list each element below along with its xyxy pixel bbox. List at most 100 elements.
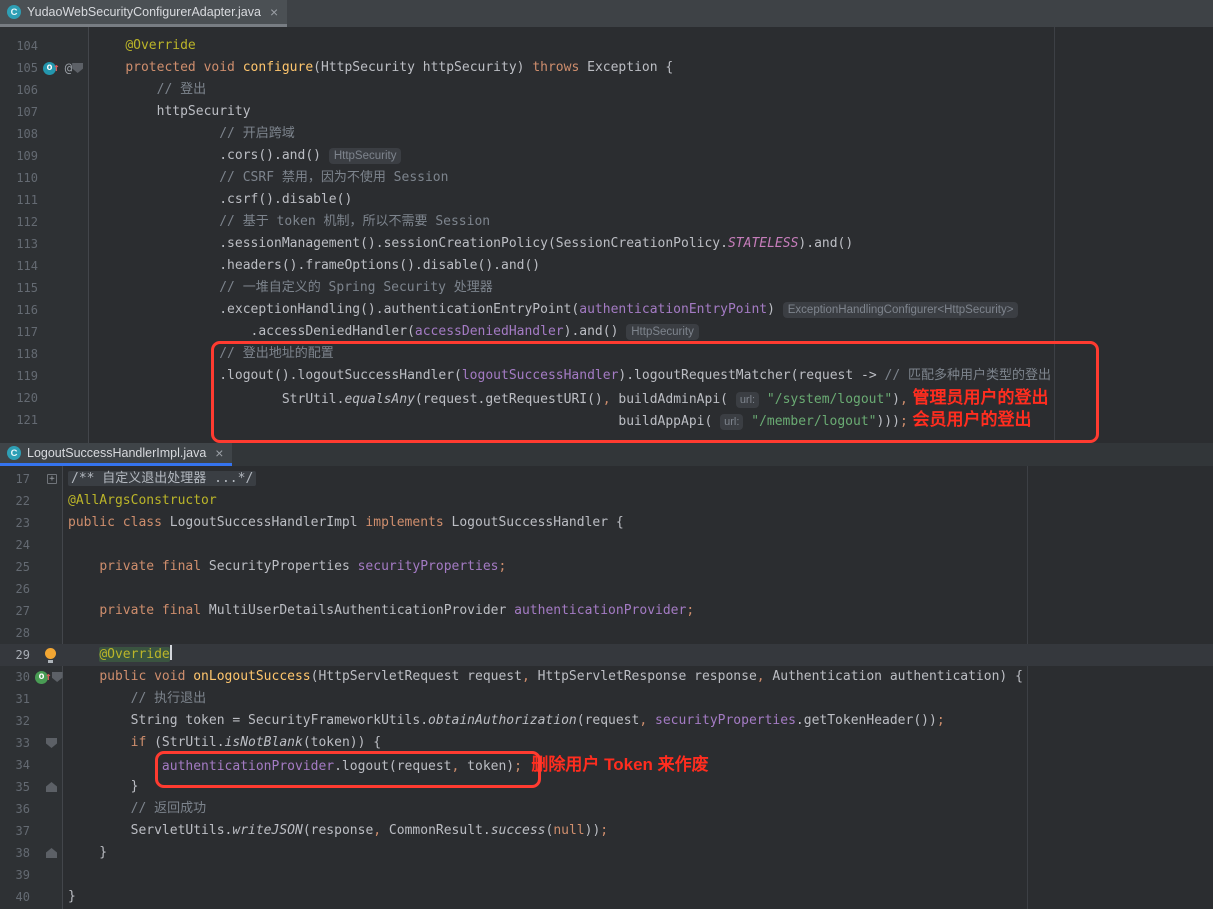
code-line[interactable]: 114 .headers().frameOptions().disable().… [0, 255, 1213, 277]
gutter[interactable]: 33 [0, 732, 63, 754]
gutter[interactable]: 116 [0, 299, 89, 321]
code-line[interactable]: 115 // 一堆自定义的 Spring Security 处理器 [0, 277, 1213, 299]
gutter[interactable]: 111 [0, 189, 89, 211]
code-line[interactable]: 28 [0, 622, 1213, 644]
code-text: } [63, 776, 1213, 798]
close-tab-icon[interactable] [215, 446, 223, 460]
code-line[interactable]: 120 StrUtil.equalsAny(request.getRequest… [0, 387, 1213, 409]
code-line[interactable]: 22@AllArgsConstructor [0, 490, 1213, 512]
gutter[interactable]: 39 [0, 864, 63, 886]
code-line[interactable]: 117 .accessDeniedHandler(accessDeniedHan… [0, 321, 1213, 343]
gutter[interactable]: 117 [0, 321, 89, 343]
code-line[interactable]: 104 @Override [0, 35, 1213, 57]
code-line[interactable]: 29 @Override [0, 644, 1213, 666]
code-line[interactable]: 38 } [0, 842, 1213, 864]
code-line[interactable]: 105o protected void configure(HttpSecuri… [0, 57, 1213, 79]
gutter[interactable]: 35 [0, 776, 63, 798]
gutter[interactable]: 109 [0, 145, 89, 167]
gutter[interactable]: 34 [0, 754, 63, 776]
gutter[interactable]: 32 [0, 710, 63, 732]
tab-yudao-web-security-configurer-adapter[interactable]: YudaoWebSecurityConfigurerAdapter.java [0, 0, 287, 27]
code-line[interactable]: 26 [0, 578, 1213, 600]
gutter[interactable]: 114 [0, 255, 89, 277]
gutter[interactable]: 107 [0, 101, 89, 123]
gutter[interactable]: 110 [0, 167, 89, 189]
editor-top[interactable]: 104 @Override105o protected void configu… [0, 27, 1213, 443]
tab-label: YudaoWebSecurityConfigurerAdapter.java [27, 5, 261, 19]
gutter[interactable]: 27 [0, 600, 63, 622]
gutter[interactable]: 106 [0, 79, 89, 101]
gutter[interactable]: 121 [0, 409, 89, 431]
editor-bottom[interactable]: 17+/** 自定义退出处理器 ...*/22@AllArgsConstruct… [0, 466, 1213, 909]
gutter[interactable]: 38 [0, 842, 63, 864]
gutter[interactable]: 108 [0, 123, 89, 145]
code-text: public void onLogoutSuccess(HttpServletR… [63, 666, 1213, 688]
gutter[interactable]: 25 [0, 556, 63, 578]
code-line[interactable]: 40} [0, 886, 1213, 908]
line-number: 34 [0, 754, 30, 776]
gutter[interactable]: 23 [0, 512, 63, 534]
code-line[interactable]: 27 private final MultiUserDetailsAuthent… [0, 600, 1213, 622]
gutter[interactable]: 36 [0, 798, 63, 820]
code-line[interactable]: 121 buildAppApi( url: "/member/logout"))… [0, 409, 1213, 431]
gutter[interactable]: 29 [0, 644, 63, 666]
code-line[interactable]: 31 // 执行退出 [0, 688, 1213, 710]
code-line[interactable]: 34 authenticationProvider.logout(request… [0, 754, 1213, 776]
code-line[interactable]: 35 } [0, 776, 1213, 798]
gutter[interactable]: 26 [0, 578, 63, 600]
code-line[interactable]: 111 .csrf().disable() [0, 189, 1213, 211]
implementing-method-icon[interactable]: o [35, 666, 52, 688]
gutter[interactable]: 104 [0, 35, 89, 57]
fold-region-icon[interactable] [46, 738, 57, 748]
gutter[interactable]: 118 [0, 343, 89, 365]
fold-region-icon[interactable] [52, 672, 63, 682]
gutter[interactable]: 28 [0, 622, 63, 644]
code-line[interactable]: 32 String token = SecurityFrameworkUtils… [0, 710, 1213, 732]
code-line[interactable]: 37 ServletUtils.writeJSON(response, Comm… [0, 820, 1213, 842]
code-line[interactable]: 24 [0, 534, 1213, 556]
code-line[interactable]: 109 .cors().and() HttpSecurity [0, 145, 1213, 167]
line-number: 121 [0, 409, 38, 431]
code-line[interactable]: 39 [0, 864, 1213, 886]
gutter[interactable]: 40 [0, 886, 63, 908]
code-line[interactable]: 108 // 开启跨域 [0, 123, 1213, 145]
gutter[interactable]: 30o [0, 666, 63, 688]
overriding-method-icon[interactable]: o [43, 57, 60, 79]
code-line[interactable]: 116 .exceptionHandling().authenticationE… [0, 299, 1213, 321]
gutter[interactable]: 37 [0, 820, 63, 842]
code-line[interactable]: 119 .logout().logoutSuccessHandler(logou… [0, 365, 1213, 387]
code-line[interactable]: 36 // 返回成功 [0, 798, 1213, 820]
code-line[interactable]: 25 private final SecurityProperties secu… [0, 556, 1213, 578]
code-line[interactable]: 113 .sessionManagement().sessionCreation… [0, 233, 1213, 255]
gutter[interactable]: 24 [0, 534, 63, 556]
code-line[interactable]: 33 if (StrUtil.isNotBlank(token)) { [0, 732, 1213, 754]
code-line[interactable]: 110 // CSRF 禁用，因为不使用 Session [0, 167, 1213, 189]
code-text: .headers().frameOptions().disable().and(… [89, 255, 1213, 277]
gutter[interactable]: 31 [0, 688, 63, 710]
gutter[interactable]: 120 [0, 387, 89, 409]
gutter[interactable]: 112 [0, 211, 89, 233]
code-line[interactable]: 23public class LogoutSuccessHandlerImpl … [0, 512, 1213, 534]
code-line[interactable]: 118 // 登出地址的配置 [0, 343, 1213, 365]
tab-logout-success-handler-impl[interactable]: LogoutSuccessHandlerImpl.java [0, 443, 232, 466]
code-line[interactable]: 112 // 基于 token 机制，所以不需要 Session [0, 211, 1213, 233]
fold-region-icon[interactable] [46, 848, 57, 858]
code-text: // 登出地址的配置 [89, 343, 1213, 365]
annotation-gutter-icon[interactable] [65, 57, 73, 79]
gutter[interactable]: 119 [0, 365, 89, 387]
code-line[interactable]: 30o public void onLogoutSuccess(HttpServ… [0, 666, 1213, 688]
fold-region-icon[interactable] [72, 63, 83, 73]
code-line[interactable]: 106 // 登出 [0, 79, 1213, 101]
close-tab-icon[interactable] [270, 5, 278, 19]
gutter[interactable]: 22 [0, 490, 63, 512]
code-line[interactable]: 17+/** 自定义退出处理器 ...*/ [0, 468, 1213, 490]
expand-fold-icon[interactable]: + [47, 474, 57, 484]
intention-lightbulb-icon[interactable] [45, 648, 57, 663]
gutter[interactable]: 105o [0, 57, 89, 79]
fold-region-icon[interactable] [46, 782, 57, 792]
gutter[interactable]: 115 [0, 277, 89, 299]
gutter[interactable]: 17+ [0, 468, 63, 490]
line-number: 120 [0, 387, 38, 409]
code-line[interactable]: 107 httpSecurity [0, 101, 1213, 123]
gutter[interactable]: 113 [0, 233, 89, 255]
